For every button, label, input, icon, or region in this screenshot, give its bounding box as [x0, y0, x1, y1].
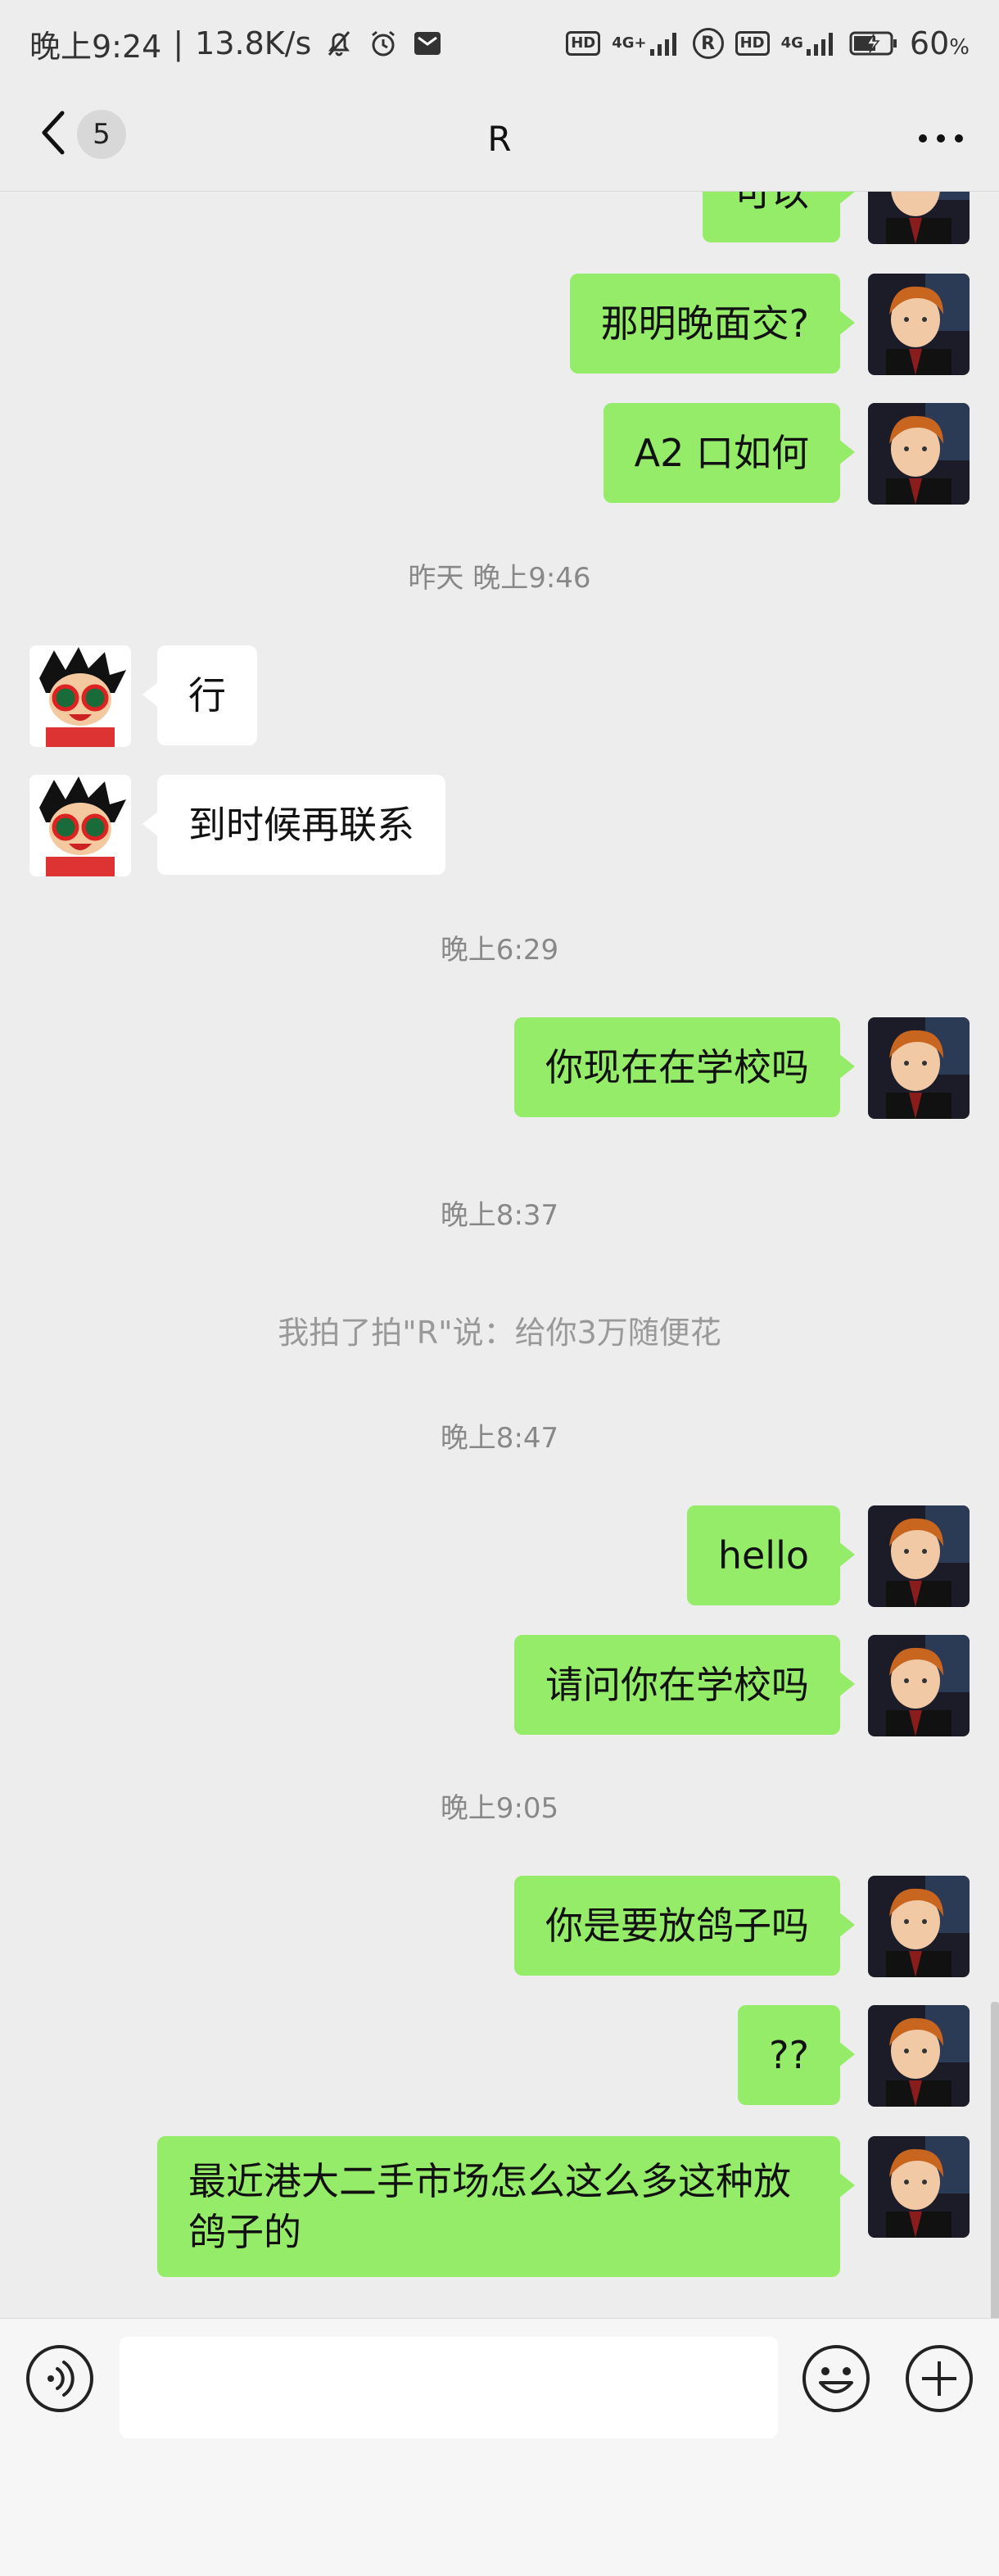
my-avatar[interactable] — [868, 192, 970, 244]
emoji-button[interactable] — [801, 2343, 871, 2414]
my-message-bubble[interactable]: A2 口如何 — [603, 403, 856, 503]
input-bar — [0, 2318, 999, 2576]
voice-button[interactable] — [25, 2343, 95, 2414]
message-icon — [411, 27, 444, 60]
timestamp: 晚上6:29 — [440, 934, 559, 967]
signal-4g-plus-icon: 4G+ — [612, 29, 680, 57]
battery-percent: 60% — [909, 25, 970, 61]
contact-message-bubble[interactable]: 到时候再联系 — [142, 775, 445, 875]
my-avatar[interactable] — [868, 2005, 970, 2107]
chat-header: 5 R — [0, 87, 999, 192]
timestamp: 晚上8:37 — [440, 1199, 559, 1232]
my-avatar[interactable] — [868, 1635, 970, 1736]
battery-charging-icon — [849, 29, 898, 57]
hd-badge-1: HD — [566, 31, 601, 56]
hd-badge-2: HD — [735, 31, 770, 56]
my-message-bubble[interactable]: 那明晚面交? — [569, 274, 856, 373]
my-avatar[interactable] — [868, 403, 970, 505]
my-avatar[interactable] — [868, 274, 970, 375]
roaming-r-icon: R — [692, 28, 724, 59]
my-avatar[interactable] — [868, 1505, 970, 1607]
my-message-bubble[interactable]: 你现在在学校吗 — [514, 1017, 855, 1117]
status-right: HD 4G+ R HD 4G 60% — [566, 25, 970, 61]
my-avatar[interactable] — [868, 1876, 970, 1977]
status-left: 晚上9:24 | 13.8K/s — [29, 21, 444, 66]
timestamp: 昨天 晚上9:46 — [408, 562, 591, 595]
pat-system-note: 我拍了拍"R"说：给你3万随便花 — [278, 1315, 721, 1351]
my-message-bubble[interactable]: hello — [686, 1505, 856, 1605]
chat-title: R — [487, 119, 512, 159]
my-avatar[interactable] — [868, 1017, 970, 1119]
more-dots-icon — [916, 132, 965, 147]
status-bar: 晚上9:24 | 13.8K/s HD 4G+ R HD 4G 60% — [0, 0, 999, 87]
my-message-bubble[interactable]: 请问你在学校吗 — [514, 1635, 855, 1735]
contact-avatar[interactable] — [29, 645, 131, 747]
mute-bell-icon — [323, 27, 355, 60]
chat-screen: 晚上9:24 | 13.8K/s HD 4G+ R HD 4G 60% 5 R … — [0, 0, 999, 2576]
my-message-bubble[interactable]: 可以 — [703, 192, 855, 242]
message-list[interactable]: 可以 那明晚面交? A2 口如何 昨天 晚上9:46 行 到时候再联系 晚上6:… — [0, 192, 999, 2318]
back-button[interactable]: 5 — [36, 108, 126, 161]
contact-avatar[interactable] — [29, 775, 131, 876]
my-message-bubble[interactable]: 你是要放鸽子吗 — [514, 1876, 855, 1976]
alarm-icon — [367, 27, 400, 60]
back-chevron-icon — [36, 108, 69, 161]
contact-message-bubble[interactable]: 行 — [142, 645, 257, 745]
plus-icon — [906, 2345, 973, 2412]
unread-count-badge: 5 — [77, 110, 126, 159]
my-message-bubble[interactable]: ?? — [738, 2005, 855, 2105]
scrollbar[interactable] — [991, 2002, 999, 2318]
status-time: 晚上9:24 — [29, 28, 162, 65]
signal-4g-icon: 4G — [781, 29, 838, 57]
my-message-bubble[interactable]: 最近港大二手市场怎么这么多这种放鸽子的 — [157, 2136, 855, 2277]
timestamp: 晚上9:05 — [440, 1792, 559, 1825]
my-avatar[interactable] — [868, 2136, 970, 2238]
message-input[interactable] — [120, 2337, 778, 2438]
more-actions-button[interactable] — [904, 2343, 974, 2414]
status-separator: | — [173, 25, 184, 61]
more-button[interactable] — [912, 115, 970, 164]
timestamp: 晚上8:47 — [440, 1422, 559, 1455]
voice-icon — [26, 2345, 93, 2412]
emoji-icon — [802, 2345, 870, 2412]
status-net-speed: 13.8K/s — [195, 25, 312, 61]
